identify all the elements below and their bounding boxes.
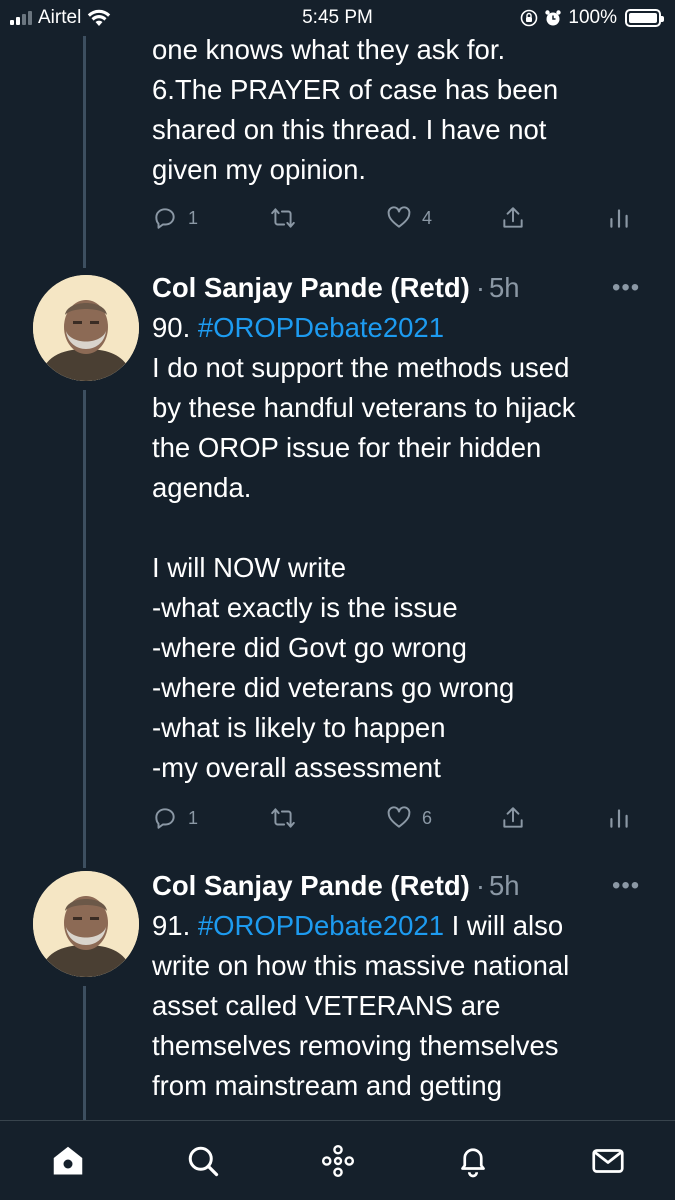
status-left: Airtel <box>10 7 111 29</box>
heart-icon <box>387 206 411 228</box>
tweet-text: 91. #OROPDebate2021 I will also <box>152 906 657 946</box>
nav-messages[interactable] <box>588 1141 628 1181</box>
reply-icon <box>155 208 175 229</box>
more-options-icon[interactable]: ••• <box>612 872 640 900</box>
avatar-photo <box>33 871 139 977</box>
nav-home[interactable] <box>48 1141 88 1181</box>
author-name[interactable]: Col Sanjay Pande (Retd) <box>152 272 470 304</box>
thread-line-top <box>83 36 86 268</box>
reply-icon <box>155 808 175 829</box>
share-icon <box>503 207 523 228</box>
reply-count: 1 <box>188 207 199 228</box>
tweet-actions: 1 4 <box>152 203 632 233</box>
analytics-icon <box>610 809 628 828</box>
tweet-body: I do not support the methods used by the… <box>152 352 576 783</box>
retweet-button[interactable] <box>270 803 296 833</box>
avatar[interactable] <box>33 275 139 381</box>
more-options-icon[interactable]: ••• <box>612 274 640 302</box>
nav-search[interactable] <box>183 1141 223 1181</box>
thread-line-middle <box>83 390 86 868</box>
avatar[interactable] <box>33 871 139 977</box>
analytics-icon <box>610 209 628 228</box>
bell-icon <box>461 1148 485 1178</box>
retweet-icon <box>271 208 295 228</box>
hashtag-link[interactable]: #OROPDebate2021 <box>198 910 444 941</box>
tweet-text: 90. #OROPDebate2021 <box>152 308 657 348</box>
like-button[interactable]: 4 <box>386 203 432 233</box>
status-right: 100% <box>520 7 664 29</box>
hashtag-link[interactable]: #OROPDebate2021 <box>198 312 444 343</box>
reply-button[interactable]: 1 <box>152 203 198 233</box>
wifi-icon <box>88 9 111 26</box>
analytics-button[interactable] <box>606 203 632 233</box>
share-button[interactable] <box>500 803 526 833</box>
signal-icon <box>10 11 32 25</box>
battery-icon <box>625 9 664 27</box>
separator-dot: · <box>475 272 486 303</box>
like-button[interactable]: 6 <box>386 803 432 833</box>
retweet-icon <box>271 808 295 828</box>
battery-percent: 100% <box>568 7 617 28</box>
mail-icon <box>592 1149 624 1173</box>
tweet-number: 90. <box>152 312 198 343</box>
orientation-lock-icon <box>521 9 538 27</box>
analytics-button[interactable] <box>606 803 632 833</box>
tweet-time[interactable]: 5h <box>489 870 520 902</box>
tweet-time[interactable]: 5h <box>489 272 520 304</box>
nav-notifications[interactable] <box>453 1141 493 1181</box>
carrier-label: Airtel <box>38 7 82 28</box>
tweet-body: write on how this massive national asset… <box>152 950 570 1101</box>
author-name[interactable]: Col Sanjay Pande (Retd) <box>152 870 470 902</box>
search-icon <box>188 1146 219 1177</box>
tweet-actions: 1 6 <box>152 803 632 833</box>
reply-button[interactable]: 1 <box>152 803 198 833</box>
separator-dot: · <box>475 870 486 901</box>
like-count: 6 <box>422 807 433 828</box>
avatar-photo <box>33 275 139 381</box>
tweet-text: one knows what they ask for. 6.The PRAYE… <box>152 34 559 185</box>
tweet-number: 91. <box>152 910 198 941</box>
share-button[interactable] <box>500 203 526 233</box>
share-icon <box>503 807 523 828</box>
nav-spaces[interactable] <box>318 1141 358 1181</box>
tweet-inline-text: I will also <box>444 910 564 941</box>
tweet-header: Col Sanjay Pande (Retd) · 5h <box>152 268 642 308</box>
bottom-nav <box>0 1120 675 1200</box>
home-icon <box>53 1146 83 1175</box>
retweet-button[interactable] <box>270 203 296 233</box>
tweet-header: Col Sanjay Pande (Retd) · 5h <box>152 866 642 906</box>
alarm-icon <box>545 10 562 26</box>
spaces-icon <box>321 1144 355 1178</box>
like-count: 4 <box>422 207 433 228</box>
reply-count: 1 <box>188 807 199 828</box>
thread-line-bottom <box>83 986 86 1126</box>
heart-icon <box>387 806 411 828</box>
